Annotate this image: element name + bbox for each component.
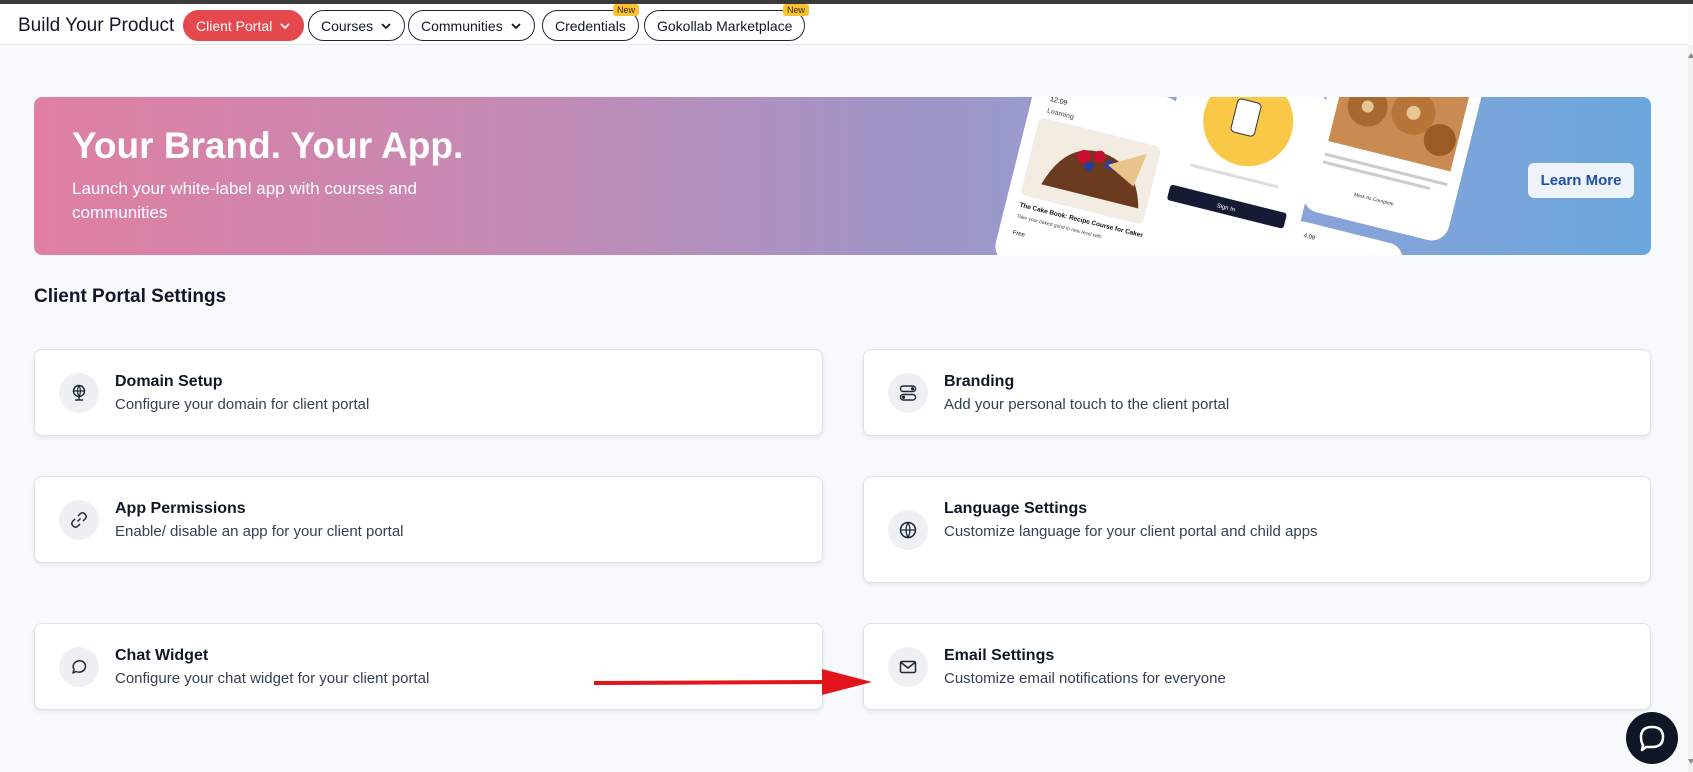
- card-email-settings[interactable]: Email Settings Customize email notificat…: [863, 623, 1651, 710]
- tab-communities[interactable]: Communities: [408, 10, 535, 41]
- tab-label: Client Portal: [196, 17, 273, 34]
- card-title: Domain Setup: [115, 373, 223, 390]
- card-description: Enable/ disable an app for your client p…: [115, 523, 404, 540]
- chevron-down-icon: [280, 22, 290, 29]
- card-description: Customize email notifications for everyo…: [944, 670, 1226, 687]
- chat-bubble-icon: [59, 647, 99, 687]
- tab-client-portal[interactable]: Client Portal: [183, 10, 305, 41]
- banner-headline: Your Brand. Your App.: [72, 125, 464, 166]
- tab-label: Credentials: [555, 17, 626, 34]
- mail-icon: [888, 647, 928, 687]
- page-title: Build Your Product: [18, 15, 175, 36]
- tab-label: Courses: [321, 17, 374, 34]
- tab-courses[interactable]: Courses: [308, 10, 406, 41]
- card-title: Email Settings: [944, 647, 1055, 664]
- scrollbar[interactable]: [1688, 45, 1693, 772]
- card-title: Branding: [944, 373, 1015, 390]
- tab-gokollab-marketplace[interactable]: Gokollab Marketplace New: [644, 4, 810, 41]
- new-badge: New: [783, 4, 810, 16]
- globe-icon: [888, 510, 928, 550]
- card-description: Configure your chat widget for your clie…: [115, 670, 430, 687]
- scroll-down-icon[interactable]: [1688, 759, 1693, 764]
- section-title: Client Portal Settings: [34, 286, 227, 307]
- card-app-permissions[interactable]: App Permissions Enable/ disable an app f…: [34, 476, 823, 563]
- card-description: Customize language for your client porta…: [944, 523, 1318, 540]
- app-mockup-illustration: 12:09 Learning The Cake Book: Recipe Cou…: [995, 97, 1482, 255]
- top-navbar: Build Your Product Client Portal Courses…: [0, 4, 1688, 45]
- chevron-down-icon: [381, 22, 391, 29]
- globe-pin-icon: [59, 373, 99, 413]
- tab-credentials[interactable]: Credentials New: [542, 4, 640, 41]
- card-chat-widget[interactable]: Chat Widget Configure your chat widget f…: [34, 623, 823, 710]
- tab-label: Gokollab Marketplace: [657, 17, 793, 34]
- chevron-down-icon: [511, 22, 521, 29]
- card-domain-setup[interactable]: Domain Setup Configure your domain for c…: [34, 349, 823, 436]
- card-title: Chat Widget: [115, 647, 209, 664]
- annotation-arrow: [594, 669, 872, 695]
- chat-launcher-button[interactable]: [1626, 712, 1678, 764]
- card-branding[interactable]: Branding Add your personal touch to the …: [863, 349, 1651, 436]
- chat-bubble-icon: [1639, 725, 1665, 752]
- banner-subtext: Launch your white-label app with courses…: [72, 179, 417, 222]
- card-description: Add your personal touch to the client po…: [944, 396, 1230, 413]
- toggle-settings-icon: [888, 373, 928, 413]
- link-icon: [59, 500, 99, 540]
- card-description: Configure your domain for client portal: [115, 396, 370, 413]
- card-title: App Permissions: [115, 500, 246, 517]
- card-language-settings[interactable]: Language Settings Customize language for…: [863, 476, 1651, 583]
- tab-label: Communities: [421, 17, 503, 34]
- learn-more-button[interactable]: Learn More: [1528, 163, 1634, 198]
- promo-banner: Your Brand. Your App. Launch your white-…: [34, 97, 1651, 255]
- card-title: Language Settings: [944, 500, 1088, 517]
- scroll-up-icon[interactable]: [1688, 53, 1693, 58]
- new-badge: New: [613, 4, 640, 16]
